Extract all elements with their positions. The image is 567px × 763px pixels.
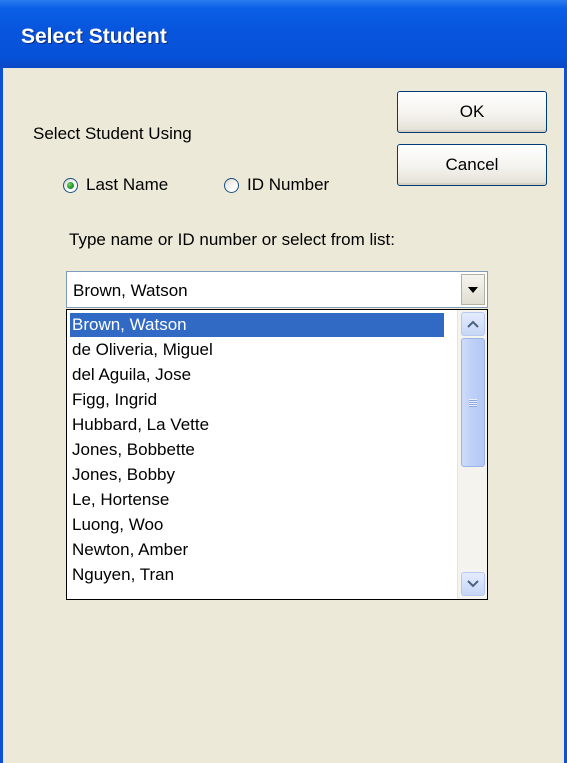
student-list[interactable]: Brown, Watson de Oliveria, Miguel del Ag…: [66, 309, 488, 600]
list-item[interactable]: Hubbard, La Vette: [70, 413, 209, 437]
radio-dot-icon: [67, 181, 74, 189]
combo-value[interactable]: Brown, Watson: [73, 281, 188, 301]
scroll-down-button[interactable]: [461, 572, 485, 596]
title-bar[interactable]: Select Student: [0, 0, 567, 68]
list-item[interactable]: Brown, Watson: [70, 313, 444, 337]
scroll-up-button[interactable]: [461, 312, 485, 336]
grip-icon: [469, 398, 477, 407]
select-student-dialog: Select Student OK Cancel Select Student …: [0, 0, 567, 763]
radio-button-checked[interactable]: [63, 177, 78, 193]
list-item[interactable]: Nguyen, Tran: [70, 563, 174, 587]
chevron-up-icon: [467, 320, 479, 328]
radio-id-number[interactable]: ID Number: [224, 175, 329, 195]
list-item[interactable]: Jones, Bobbette: [70, 438, 195, 462]
dropdown-arrow-button[interactable]: [461, 274, 485, 305]
list-item[interactable]: Newton, Amber: [70, 538, 188, 562]
list-item[interactable]: Jones, Bobby: [70, 463, 175, 487]
chevron-down-icon: [467, 580, 479, 588]
ok-button[interactable]: OK: [397, 91, 547, 133]
chevron-down-icon: [468, 286, 478, 293]
list-item[interactable]: del Aguila, Jose: [70, 363, 191, 387]
radio-button-unchecked[interactable]: [224, 177, 239, 193]
list-item[interactable]: de Oliveria, Miguel: [70, 338, 213, 362]
vertical-scrollbar[interactable]: [457, 310, 487, 599]
instruction-label: Type name or ID number or select from li…: [69, 230, 395, 249]
scroll-thumb[interactable]: [461, 338, 485, 467]
list-item[interactable]: Figg, Ingrid: [70, 388, 157, 412]
radio-last-name[interactable]: Last Name: [63, 175, 168, 195]
student-combo-box[interactable]: Brown, Watson: [66, 271, 488, 308]
cancel-button[interactable]: Cancel: [397, 144, 547, 186]
list-item[interactable]: Luong, Woo: [70, 513, 163, 537]
list-item[interactable]: Le, Hortense: [70, 488, 169, 512]
radio-last-name-label: Last Name: [86, 175, 169, 194]
select-using-label: Select Student Using: [33, 124, 192, 143]
window-title: Select Student: [21, 25, 167, 48]
radio-id-number-label: ID Number: [247, 175, 330, 194]
